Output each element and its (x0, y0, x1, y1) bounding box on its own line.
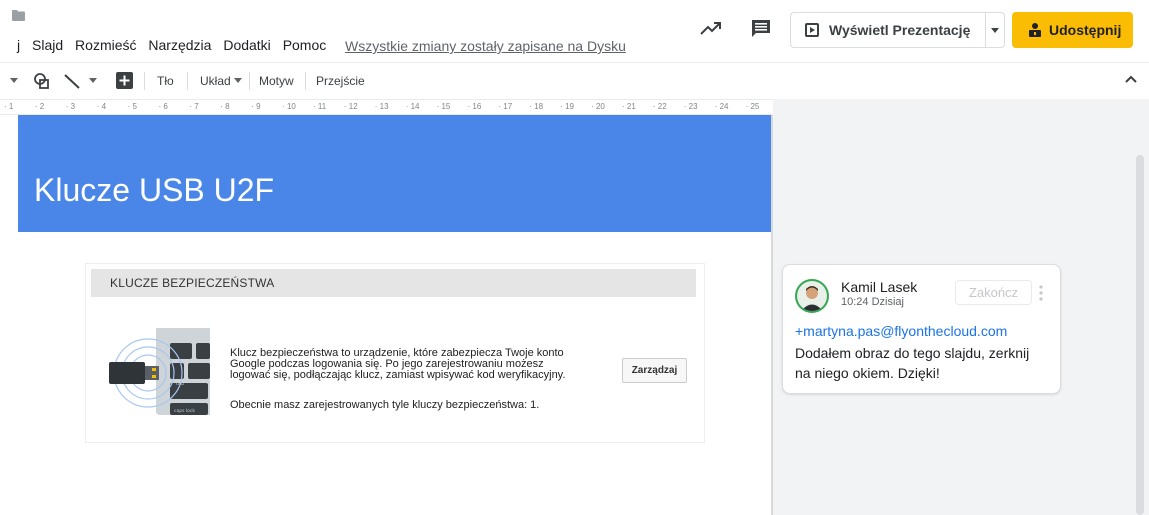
ruler-label: · 5 (127, 102, 137, 111)
shape-icon (34, 72, 49, 89)
toolbar-separator (305, 72, 306, 90)
ruler-label: · 19 (560, 102, 574, 111)
present-label: Wyświetl Prezentację (829, 22, 971, 38)
ruler-label: · 8 (220, 102, 230, 111)
ruler-label: · 17 (498, 102, 513, 111)
menu-item-addons[interactable]: Dodatki (223, 37, 270, 53)
line-dropdown[interactable] (89, 63, 97, 98)
embed-heading: KLUCZE BEZPIECZEŃSTWA (110, 276, 275, 290)
embed-line: logować się, podłączając klucz, zamiast … (230, 369, 566, 381)
menu-item-arrange[interactable]: Rozmieść (75, 37, 136, 53)
security-key-illustration: tab caps lock (109, 328, 210, 415)
user-avatar-icon (797, 281, 827, 311)
chevron-down-icon (10, 78, 18, 83)
ruler-label: · 24 (714, 102, 729, 111)
toolbar: Tło Układ Motyw Przejście (0, 63, 1149, 98)
theme-button[interactable]: Motyw (259, 63, 294, 98)
key-tab-label: tab (176, 381, 184, 387)
avatar (795, 279, 829, 313)
add-comment-icon (116, 72, 133, 89)
comment-author: Kamil Lasek (841, 279, 918, 295)
ruler-label: · 2 (34, 102, 45, 111)
new-comment-tool[interactable] (116, 63, 133, 98)
share-button[interactable]: Udostępnij (1012, 12, 1133, 48)
ruler-margin (773, 99, 1149, 115)
ruler-label: · 20 (591, 102, 605, 111)
toolbar-separator (144, 72, 145, 90)
transition-button[interactable]: Przejście (316, 63, 365, 98)
background-button[interactable]: Tło (157, 63, 174, 98)
menu-item-tools[interactable]: Narzędzia (148, 37, 211, 53)
chevron-down-icon (233, 78, 242, 83)
toolbar-separator (249, 72, 250, 90)
ruler-label: · 22 (652, 102, 667, 111)
ruler-label: · 3 (65, 102, 76, 111)
ruler-label: · 16 (467, 102, 482, 111)
ruler-label: · 7 (189, 102, 199, 111)
menu-item-slide[interactable]: Slajd (32, 37, 63, 53)
ruler-label: · 10 (282, 102, 296, 111)
line-icon (64, 73, 80, 89)
menu-item-help[interactable]: Pomoc (283, 37, 327, 53)
chevron-down-icon (89, 78, 97, 83)
present-icon (805, 23, 819, 37)
embed-description: Klucz bezpieczeństwa to urządzenie, któr… (230, 348, 610, 381)
ruler-label: · 6 (158, 102, 168, 111)
slide-title[interactable]: Klucze USB U2F (34, 172, 274, 209)
comment-time: 10:24 Dzisiaj (841, 296, 904, 308)
ruler-label: · 9 (251, 102, 261, 111)
ruler-label: · 4 (96, 102, 107, 111)
embed-key-count: Obecnie masz zarejestrowanych tyle klucz… (230, 399, 540, 411)
folder-icon[interactable] (12, 10, 25, 21)
ruler-label: · 21 (622, 102, 636, 111)
present-options-dropdown[interactable] (985, 12, 1005, 48)
chevron-up-icon[interactable] (1124, 72, 1138, 86)
ruler-label: · 12 (343, 102, 358, 111)
comment-mention-link[interactable]: +martyna.pas@flyonthecloud.com (795, 323, 1007, 339)
chevron-down-icon (991, 27, 999, 33)
manage-keys-button: Zarządzaj (622, 358, 687, 383)
ruler-label: · 18 (529, 102, 544, 111)
layout-label: Układ (200, 73, 231, 88)
toolbar-separator (187, 72, 188, 90)
layout-button[interactable]: Układ (200, 63, 242, 98)
activity-trend-icon[interactable] (700, 20, 722, 36)
more-options-icon[interactable] (1038, 285, 1044, 301)
ruler-label: · 15 (436, 102, 451, 111)
share-label: Udostępnij (1049, 22, 1122, 38)
ruler-label: · 25 (745, 102, 760, 111)
ruler-label: · 11 (313, 102, 327, 111)
lock-person-icon (1029, 23, 1041, 37)
saved-status-link[interactable]: Wszystkie zmiany zostały zapisane na Dys… (345, 38, 626, 54)
present-button[interactable]: Wyświetl Prezentację (790, 12, 986, 48)
ruler-label: · 13 (374, 102, 389, 111)
menu-item-cut[interactable]: j (17, 37, 20, 53)
comment-text: Dodałem obraz do tego slajdu, zerknij na… (795, 345, 1030, 381)
horizontal-ruler: · 1 · 2 · 3 · 4 · 5 · 6 · 7 · 8 · 9 · 10 · 11 · 12 ·… (0, 99, 773, 115)
resolve-button[interactable]: Zakończ (955, 280, 1032, 305)
line-tool[interactable] (63, 63, 81, 98)
key-caps-label: caps lock (174, 408, 195, 414)
menu-bar: j Slajd Rozmieść Narzędzia Dodatki Pomoc (17, 37, 334, 53)
shape-tool[interactable] (33, 63, 51, 98)
vertical-scrollbar[interactable] (1136, 155, 1144, 515)
ruler-label: · 1 (4, 102, 14, 111)
ruler-label: · 14 (405, 102, 420, 111)
select-dropdown[interactable] (10, 63, 18, 98)
ruler-label: · 23 (683, 102, 698, 111)
comments-icon[interactable] (751, 19, 771, 37)
